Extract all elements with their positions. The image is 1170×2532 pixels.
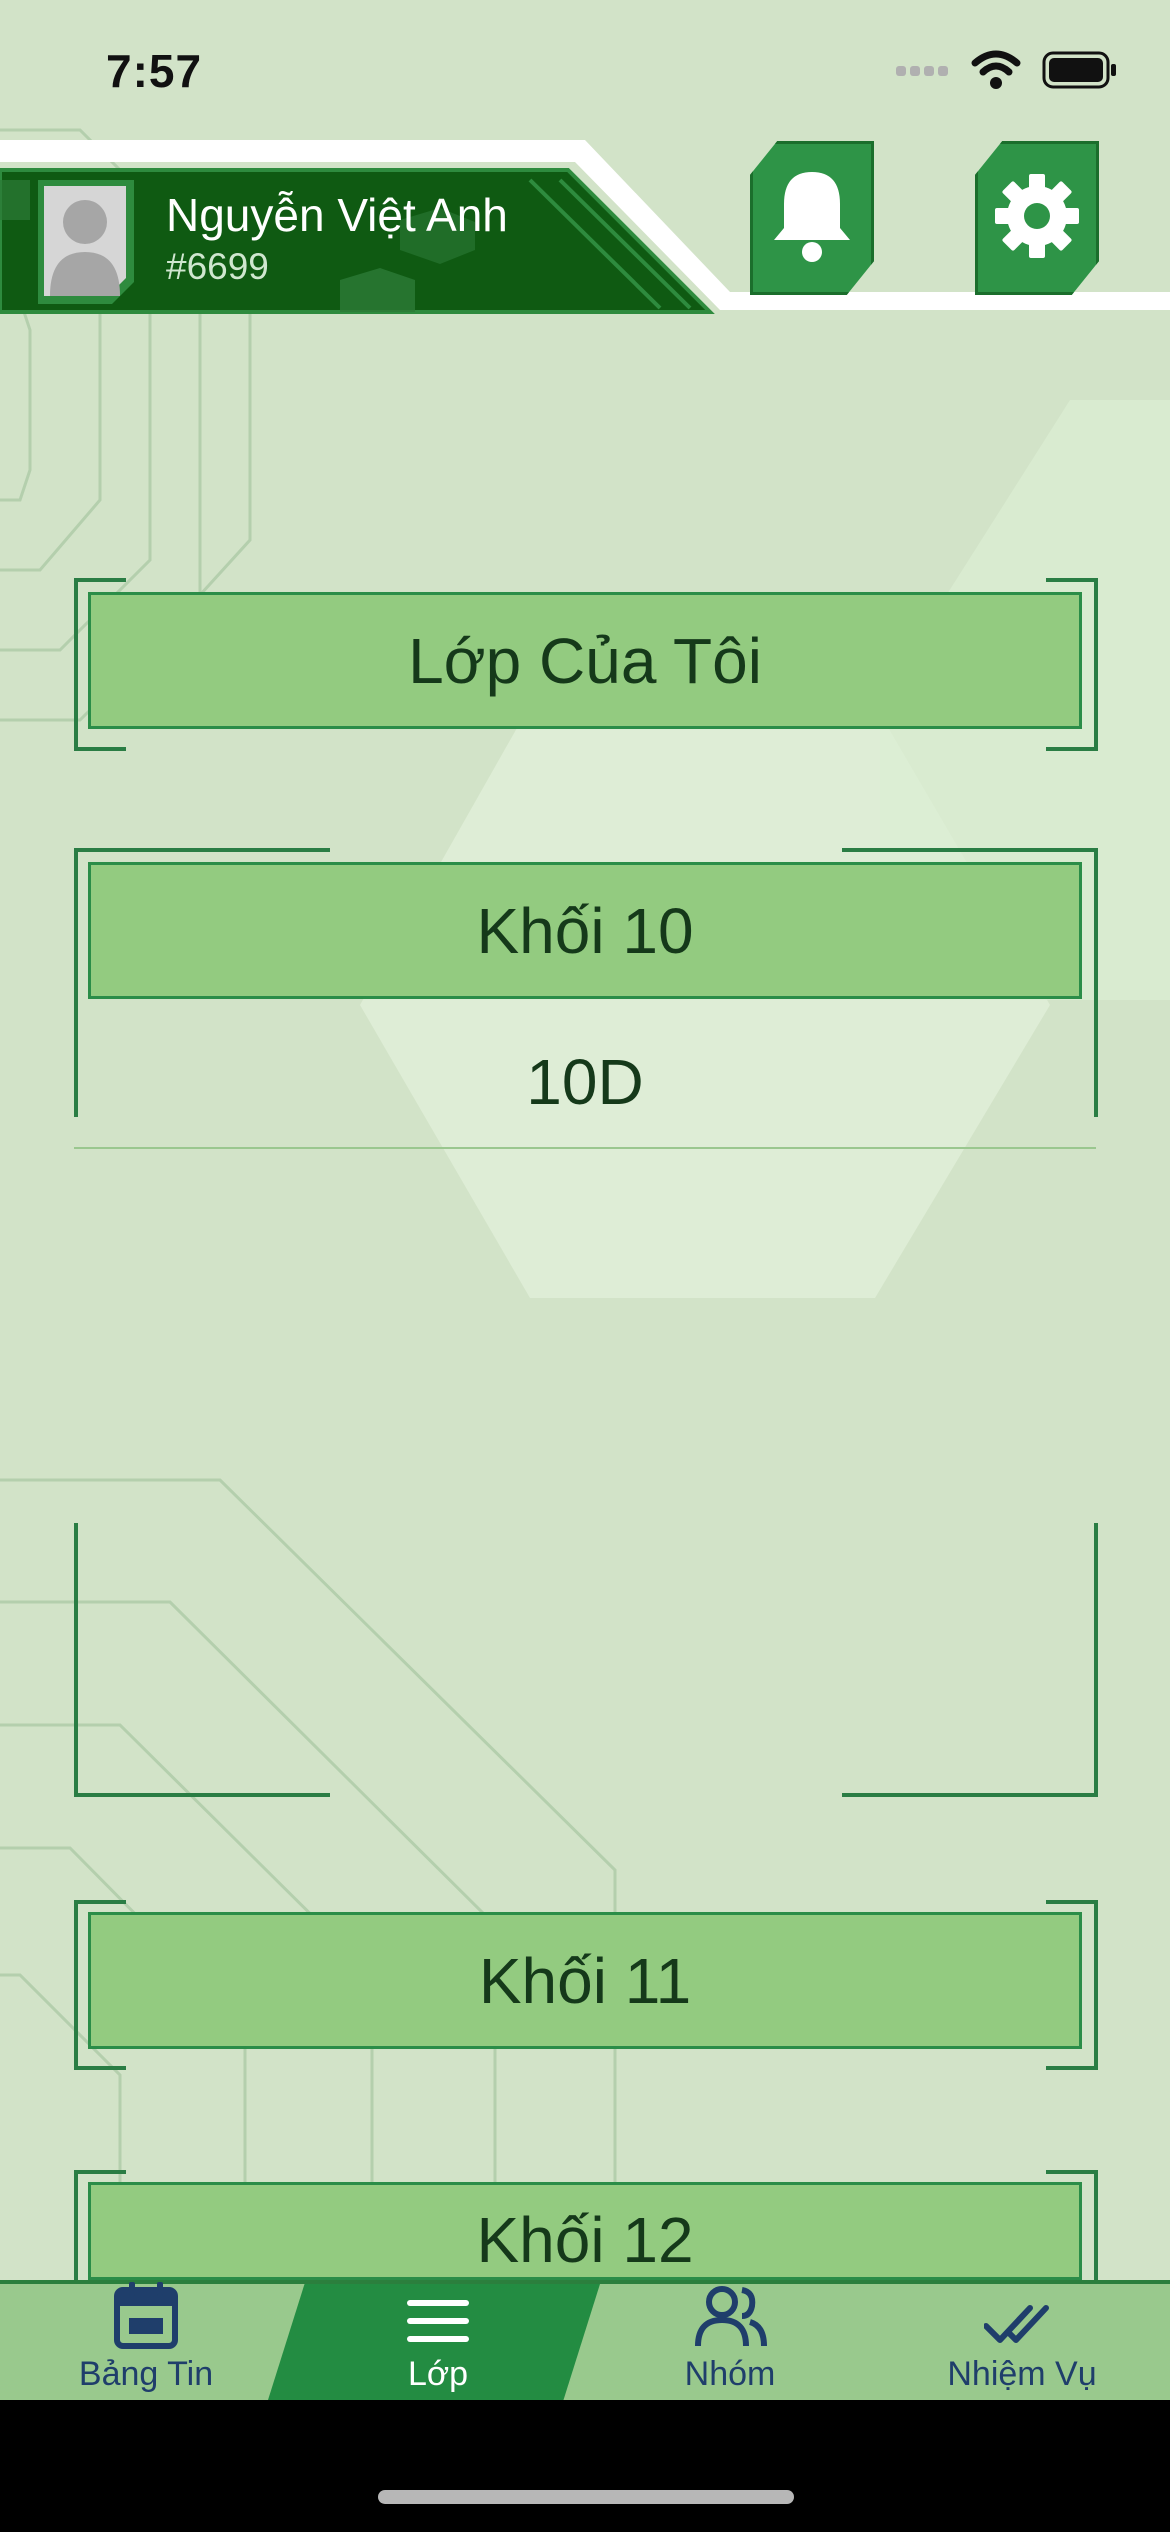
home-indicator-area — [0, 2400, 1170, 2532]
gear-icon — [991, 170, 1083, 267]
notifications-button[interactable] — [750, 141, 874, 295]
group-icon — [692, 2284, 768, 2355]
tab-label: Lớp — [407, 2355, 469, 2393]
tab-class[interactable]: Lớp — [292, 2288, 584, 2400]
double-check-icon — [983, 2300, 1060, 2355]
grade-11-button[interactable]: Khối 11 — [88, 1912, 1082, 2049]
status-icons — [896, 50, 1118, 95]
signal-icon — [896, 62, 950, 83]
battery-icon — [1042, 51, 1118, 94]
tab-tasks[interactable]: Nhiệm Vụ — [876, 2288, 1168, 2400]
frame-corner — [74, 1523, 330, 1797]
calendar-icon — [113, 2280, 179, 2355]
tab-group[interactable]: Nhóm — [584, 2286, 876, 2400]
user-name: Nguyễn Việt Anh — [166, 189, 508, 241]
menu-icon — [405, 2294, 471, 2355]
my-class-button[interactable]: Lớp Của Tôi — [88, 592, 1082, 729]
tab-label: Nhiệm Vụ — [947, 2355, 1097, 2393]
divider — [74, 1147, 1096, 1149]
home-indicator[interactable] — [378, 2490, 794, 2504]
status-time: 7:57 — [106, 45, 203, 97]
user-id: #6699 — [166, 246, 269, 287]
background-decoration — [0, 128, 1170, 2280]
tab-label: Bảng Tin — [78, 2355, 214, 2393]
grade-12-button[interactable]: Khối 12 — [88, 2182, 1082, 2280]
settings-button[interactable] — [975, 141, 1099, 295]
frame-corner — [842, 1523, 1098, 1797]
class-item[interactable]: 10D — [88, 1030, 1082, 1134]
tab-label: Nhóm — [684, 2355, 776, 2393]
tab-news[interactable]: Bảng Tin — [0, 2282, 292, 2400]
avatar[interactable] — [38, 180, 134, 304]
bell-icon — [766, 166, 858, 271]
grade-10-button[interactable]: Khối 10 — [88, 862, 1082, 999]
wifi-icon — [970, 50, 1022, 95]
